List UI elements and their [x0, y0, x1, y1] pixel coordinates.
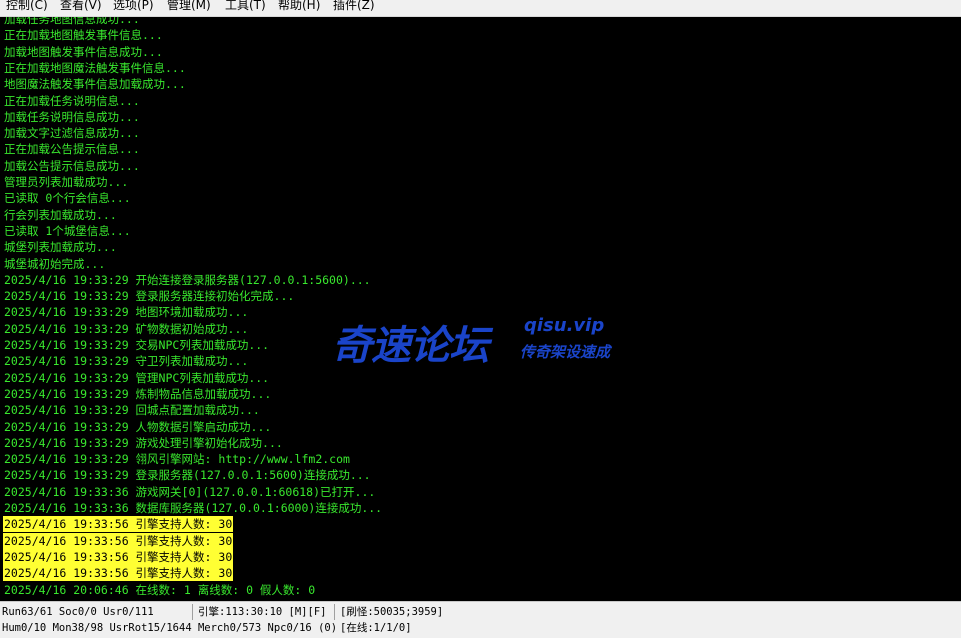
menu-view[interactable]: 查看(V) — [58, 0, 104, 14]
log-line: 正在加载地图触发事件信息... — [4, 28, 163, 43]
log-line: 2025/4/16 19:33:29 守卫列表加载成功... — [4, 354, 249, 369]
status-bar: Run63/61 Soc0/0 Usr0/111 引擎:113:30:10 [M… — [0, 601, 961, 638]
log-line: 2025/4/16 19:33:56 引擎支持人数: 30 — [3, 565, 234, 582]
log-line: 已读取 1个城堡信息... — [4, 223, 131, 238]
log-line: 城堡城初始完成... — [4, 256, 106, 271]
log-line: 2025/4/16 19:33:56 引擎支持人数: 30 — [3, 516, 234, 533]
menu-manage[interactable]: 管理(M) — [165, 0, 213, 14]
log-line: 加载文字过滤信息成功... — [4, 126, 140, 141]
menu-bar: 控制(C) 查看(V) 选项(P) 管理(M) 工具(T) 帮助(H) 插件(Z… — [0, 0, 961, 17]
log-line: 2025/4/16 19:33:29 翎风引擎网站: http://www.lf… — [4, 452, 350, 467]
menu-control[interactable]: 控制(C) — [4, 0, 50, 14]
log-line: 2025/4/16 20:06:46 在线数: 1 离线数: 0 假人数: 0 — [4, 582, 316, 597]
log-console[interactable]: 加载任务地图信息成功... 正在加载地图触发事件信息... 加载地图触发事件信息成功… — [0, 17, 961, 601]
status-online: [在线:1/1/0] — [340, 622, 412, 634]
log-line: 管理员列表加载成功... — [4, 175, 129, 189]
log-line: 正在加载任务说明信息... — [4, 93, 140, 108]
status-engine-time: 引擎:113:30:10 [M][F] — [198, 606, 327, 618]
watermark-slogan: 传奇架设速成 — [520, 343, 611, 361]
log-line: 2025/4/16 19:33:36 游戏网关[0](127.0.0.1:606… — [4, 484, 376, 499]
log-line: 2025/4/16 19:33:29 登录服务器(127.0.0.1:5600)… — [4, 468, 371, 483]
menu-plugins[interactable]: 插件(Z) — [331, 0, 377, 14]
log-line: 2025/4/16 19:33:29 交易NPC列表加载成功... — [4, 338, 270, 352]
menu-options[interactable]: 选项(P) — [111, 0, 156, 14]
status-object-counts: Hum0/10 Mon38/98 UsrRot15/1644 Merch0/57… — [2, 622, 338, 634]
log-line: 2025/4/16 19:33:29 矿物数据初始成功... — [4, 321, 249, 336]
log-line: 正在加载地图魔法触发事件信息... — [4, 60, 186, 75]
menu-help[interactable]: 帮助(H) — [276, 0, 322, 14]
log-line: 已读取 0个行会信息... — [4, 191, 131, 206]
log-line: 2025/4/16 19:33:56 引擎支持人数: 30 — [3, 548, 234, 565]
log-line: 2025/4/16 19:33:29 游戏处理引擎初始化成功... — [4, 435, 283, 450]
log-line: 2025/4/16 19:33:29 人物数据引擎启动成功... — [4, 419, 272, 434]
log-line: 2025/4/16 19:33:29 回城点配置加载成功... — [4, 403, 260, 418]
status-monster-refresh: [刷怪:50035;3959] — [340, 606, 444, 618]
watermark-title: 奇速论坛 — [332, 323, 489, 369]
log-line: 加载任务地图信息成功... — [4, 17, 140, 26]
log-line: 2025/4/16 19:33:29 登录服务器连接初始化完成... — [4, 289, 295, 304]
status-separator — [192, 604, 193, 620]
log-line: 2025/4/16 19:33:29 地图环境加载成功... — [4, 305, 249, 320]
log-line: 行会列表加载成功... — [4, 207, 117, 222]
log-line: 2025/4/16 19:33:29 炼制物品信息加载成功... — [4, 386, 272, 401]
log-line: 2025/4/16 19:33:36 数据库服务器(127.0.0.1:6000… — [4, 501, 383, 515]
status-run-counts: Run63/61 Soc0/0 Usr0/111 — [2, 606, 154, 618]
log-line: 正在加载公告提示信息... — [4, 142, 140, 157]
log-line: 城堡列表加载成功... — [4, 240, 117, 255]
log-line: 加载任务说明信息成功... — [4, 109, 140, 124]
log-line: 2025/4/16 19:33:29 开始连接登录服务器(127.0.0.1:5… — [4, 272, 371, 287]
log-line: 2025/4/16 19:33:29 管理NPC列表加载成功... — [4, 370, 270, 385]
log-line: 加载公告提示信息成功... — [4, 158, 140, 173]
watermark-url: qisu.vip — [524, 315, 605, 336]
status-separator — [334, 604, 335, 620]
log-line: 2025/4/16 19:33:56 引擎支持人数: 30 — [3, 532, 234, 549]
menu-tools[interactable]: 工具(T) — [223, 0, 268, 14]
log-line: 加载地图触发事件信息成功... — [4, 44, 163, 59]
watermark-logo: 奇速论坛 qisu.vip 传奇架设速成 — [332, 307, 632, 377]
log-line: 地图魔法触发事件信息加载成功... — [4, 77, 186, 92]
